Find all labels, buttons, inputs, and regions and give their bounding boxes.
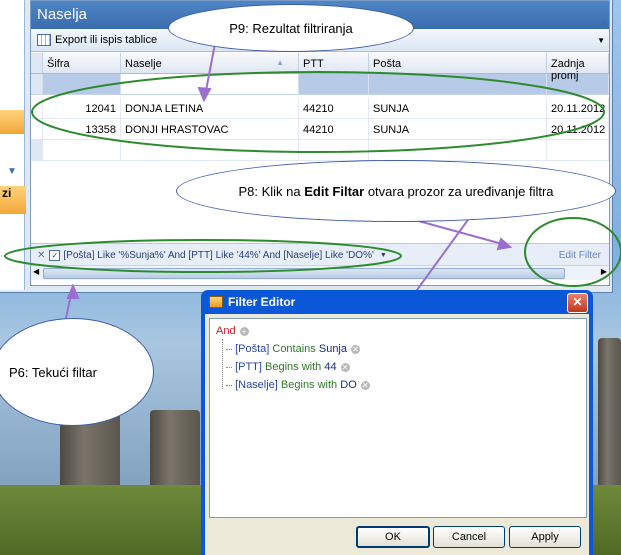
filter-icon	[31, 74, 43, 94]
root-group[interactable]: And +	[216, 325, 249, 337]
scroll-thumb[interactable]	[43, 268, 565, 279]
filter-editor-dialog: Filter Editor ✕ And + [Pošta] Contains Su…	[201, 290, 593, 555]
row-indicator	[31, 98, 43, 118]
column-header-label: Naselje	[125, 58, 162, 70]
add-condition-icon[interactable]: +	[239, 326, 249, 336]
scroll-right-icon[interactable]: ▶	[601, 267, 607, 276]
condition-operator[interactable]: Begins with	[281, 379, 337, 391]
header-corner	[31, 53, 43, 73]
grid-header: Šifra Naselje ▲ PTT Pošta Zadnja promj	[31, 53, 609, 82]
callout-p8-text: P8: Klik na Edit Filtar otvara prozor za…	[238, 183, 554, 199]
callout-p9-text: P9: Rezultat filtriranja	[229, 20, 353, 36]
cell-naselje[interactable]: DONJA LETINA	[121, 98, 299, 118]
remove-condition-icon[interactable]: ✕	[360, 380, 370, 390]
column-header[interactable]: Šifra	[43, 53, 121, 73]
callout-p6: P6: Tekući filtar	[0, 318, 154, 426]
filter-tree[interactable]: And + [Pošta] Contains Sunja ✕ [PTT] Begin…	[209, 318, 587, 518]
left-panel-tab[interactable]	[0, 110, 24, 134]
cell-zadnja[interactable]: 20.11.2012 1	[547, 119, 609, 139]
condition-field[interactable]: [Naselje]	[235, 379, 278, 391]
new-row[interactable]	[31, 140, 609, 161]
scroll-left-icon[interactable]: ◀	[33, 267, 39, 276]
cell-zadnja[interactable]: 20.11.2012 1	[547, 98, 609, 118]
sort-icon: ▲	[276, 58, 284, 67]
group-operator[interactable]: And	[216, 325, 236, 337]
filter-cell[interactable]	[121, 74, 299, 94]
condition-operator[interactable]: Begins with	[265, 361, 321, 373]
condition-field[interactable]: [PTT]	[235, 361, 262, 373]
filter-cell[interactable]	[299, 74, 369, 94]
cell-ptt[interactable]: 44210	[299, 98, 369, 118]
left-panel: ▼ zi	[0, 0, 26, 290]
cancel-button[interactable]: Cancel	[433, 526, 505, 548]
cell-sifra[interactable]: 13358	[43, 119, 121, 139]
condition-field[interactable]: [Pošta]	[235, 343, 269, 355]
connector	[226, 366, 232, 368]
cell-posta[interactable]: SUNJA	[369, 119, 547, 139]
table-row[interactable]: 13358 DONJI HRASTOVAC 44210 SUNJA 20.11.…	[31, 119, 609, 140]
dialog-titlebar: Filter Editor	[201, 290, 593, 314]
scroll-up-icon[interactable]: ▲	[600, 18, 608, 27]
callout-p6-text: P6: Tekući filtar	[9, 364, 97, 380]
chevron-down-icon[interactable]: ▼	[7, 166, 17, 177]
toolbar-dropdown-icon[interactable]: ▼	[597, 36, 605, 45]
table-row[interactable]: 12041 DONJA LETINA 44210 SUNJA 20.11.201…	[31, 98, 609, 119]
grid-icon	[37, 34, 51, 46]
column-header[interactable]: PTT	[299, 53, 369, 73]
condition-value[interactable]: 44	[324, 361, 336, 373]
dialog-title: Filter Editor	[228, 295, 296, 309]
cell-ptt[interactable]: 44210	[299, 119, 369, 139]
background-stone	[598, 338, 621, 488]
cell-posta[interactable]: SUNJA	[369, 98, 547, 118]
condition-value[interactable]: DO	[340, 379, 357, 391]
filter-cell[interactable]	[369, 74, 547, 94]
row-indicator	[31, 119, 43, 139]
apply-button[interactable]: Apply	[509, 526, 581, 548]
auto-filter-row	[31, 74, 609, 95]
close-filter-icon[interactable]: ✕	[37, 250, 45, 261]
ok-button[interactable]: OK	[356, 526, 430, 548]
column-header[interactable]: Pošta	[369, 53, 547, 73]
horizontal-scrollbar[interactable]: ◀ ▶	[31, 265, 609, 280]
export-button[interactable]: Export ili ispis tablice	[55, 34, 157, 46]
callout-p8: P8: Klik na Edit Filtar otvara prozor za…	[176, 160, 616, 222]
condition-row[interactable]: [Naselje] Begins with DO ✕	[226, 379, 370, 391]
close-button[interactable]: ✕	[567, 293, 588, 313]
tree-connector	[222, 339, 224, 389]
filter-panel: ✕ ✓ [Pošta] Like '%Sunja%' And [PTT] Lik…	[31, 243, 609, 266]
column-header[interactable]: Zadnja promj	[547, 53, 609, 82]
callout-p9: P9: Rezultat filtriranja	[168, 4, 414, 52]
condition-row[interactable]: [PTT] Begins with 44 ✕	[226, 361, 350, 373]
condition-row[interactable]: [Pošta] Contains Sunja ✕	[226, 343, 360, 355]
left-panel-tab[interactable]: zi	[0, 186, 26, 214]
filter-icon	[209, 296, 223, 308]
new-row-icon	[31, 140, 43, 160]
cell-naselje[interactable]: DONJI HRASTOVAC	[121, 119, 299, 139]
condition-value[interactable]: Sunja	[319, 343, 347, 355]
column-header[interactable]: Naselje ▲	[121, 53, 299, 73]
connector	[226, 384, 232, 386]
connector	[226, 348, 232, 350]
dialog-body: And + [Pošta] Contains Sunja ✕ [PTT] Begin…	[205, 314, 589, 555]
remove-condition-icon[interactable]: ✕	[351, 344, 360, 354]
condition-operator[interactable]: Contains	[272, 343, 315, 355]
remove-condition-icon[interactable]: ✕	[340, 362, 350, 372]
data-grid: Šifra Naselje ▲ PTT Pošta Zadnja promj 12…	[31, 53, 609, 161]
edit-filter-link[interactable]: Edit Filter	[559, 250, 601, 261]
filter-cell[interactable]	[43, 74, 121, 94]
filter-text[interactable]: [Pošta] Like '%Sunja%' And [PTT] Like '4…	[63, 250, 374, 261]
cell-sifra[interactable]: 12041	[43, 98, 121, 118]
filter-mru-dropdown-icon[interactable]: ▼	[380, 252, 387, 259]
filter-enabled-checkbox[interactable]: ✓	[49, 249, 61, 261]
